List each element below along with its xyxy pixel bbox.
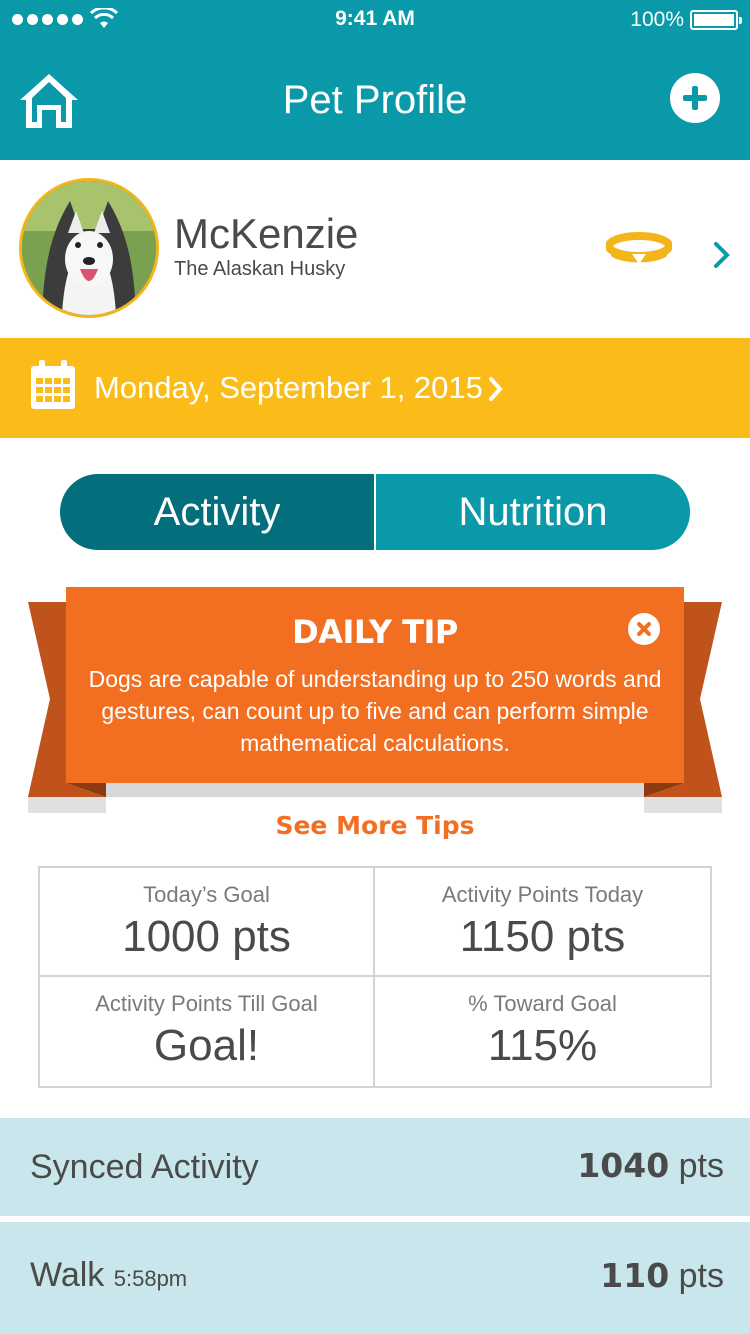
pet-name: McKenzie <box>174 210 359 257</box>
chevron-right-icon <box>489 377 503 401</box>
battery-percent: 100% <box>630 8 684 31</box>
tip-card: DAILY TIP Dogs are capable of understand… <box>66 587 684 783</box>
pet-profile-header[interactable]: McKenzie The Alaskan Husky <box>0 160 750 338</box>
page-title: Pet Profile <box>282 78 468 122</box>
activity-points: 1040 pts <box>577 1146 724 1186</box>
stat-label: Today’s Goal <box>143 882 270 907</box>
date-selector[interactable]: Monday, September 1, 2015 <box>0 338 750 438</box>
activity-time: 5:58pm <box>113 1266 188 1291</box>
stat-value: Goal! <box>153 1021 260 1070</box>
close-icon[interactable] <box>628 613 660 645</box>
tip-shadow <box>106 783 644 797</box>
activity-label: Walk 5:58pm <box>30 1256 187 1295</box>
stat-label: Activity Points Today <box>441 882 644 907</box>
tab-nutrition[interactable]: Nutrition <box>374 474 690 550</box>
activity-label: Synced Activity <box>30 1148 259 1187</box>
stat-percent-toward-goal: % Toward Goal 115% <box>375 977 710 1086</box>
activity-name: Synced Activity <box>30 1148 259 1186</box>
stat-todays-goal: Today’s Goal 1000 pts <box>40 868 375 977</box>
nav-bar: Pet Profile <box>0 40 750 160</box>
add-button[interactable] <box>670 73 720 123</box>
points-value: 1040 <box>577 1146 670 1185</box>
daily-tip-banner: DAILY TIP Dogs are capable of understand… <box>0 585 750 815</box>
chevron-right-icon[interactable] <box>712 240 732 270</box>
activity-row-walk[interactable]: Walk 5:58pm 110 pts <box>0 1222 750 1334</box>
pet-breed: The Alaskan Husky <box>174 258 346 280</box>
stat-points-today: Activity Points Today 1150 pts <box>375 868 710 977</box>
stat-label: Activity Points Till Goal <box>95 991 318 1016</box>
activity-stats-grid: Today’s Goal 1000 pts Activity Points To… <box>38 866 712 1088</box>
stat-value: 1150 pts <box>459 912 626 961</box>
status-bar: 9:41 AM 100% <box>0 0 750 40</box>
pet-avatar <box>19 178 159 318</box>
stat-points-till-goal: Activity Points Till Goal Goal! <box>40 977 375 1086</box>
points-unit: pts <box>678 1147 724 1185</box>
activity-nutrition-tabs: Activity Nutrition <box>60 474 690 550</box>
calendar-icon <box>31 360 75 409</box>
stat-value: 115% <box>487 1021 598 1070</box>
date-label: Monday, September 1, 2015 <box>94 370 483 405</box>
husky-photo <box>22 181 156 315</box>
tab-activity[interactable]: Activity <box>60 474 374 550</box>
stat-value: 1000 pts <box>122 912 291 961</box>
activity-points: 110 pts <box>600 1256 724 1296</box>
activity-row-synced[interactable]: Synced Activity 1040 pts <box>0 1118 750 1216</box>
points-value: 110 <box>600 1256 670 1295</box>
stat-label: % Toward Goal <box>468 991 617 1016</box>
tip-title: DAILY TIP <box>292 613 458 651</box>
see-more-tips-link[interactable]: See More Tips <box>0 811 750 840</box>
points-unit: pts <box>678 1257 724 1295</box>
tip-body: Dogs are capable of understanding up to … <box>88 666 662 756</box>
collar-icon <box>606 232 672 264</box>
activity-name: Walk <box>30 1256 105 1294</box>
battery-icon <box>690 10 742 30</box>
